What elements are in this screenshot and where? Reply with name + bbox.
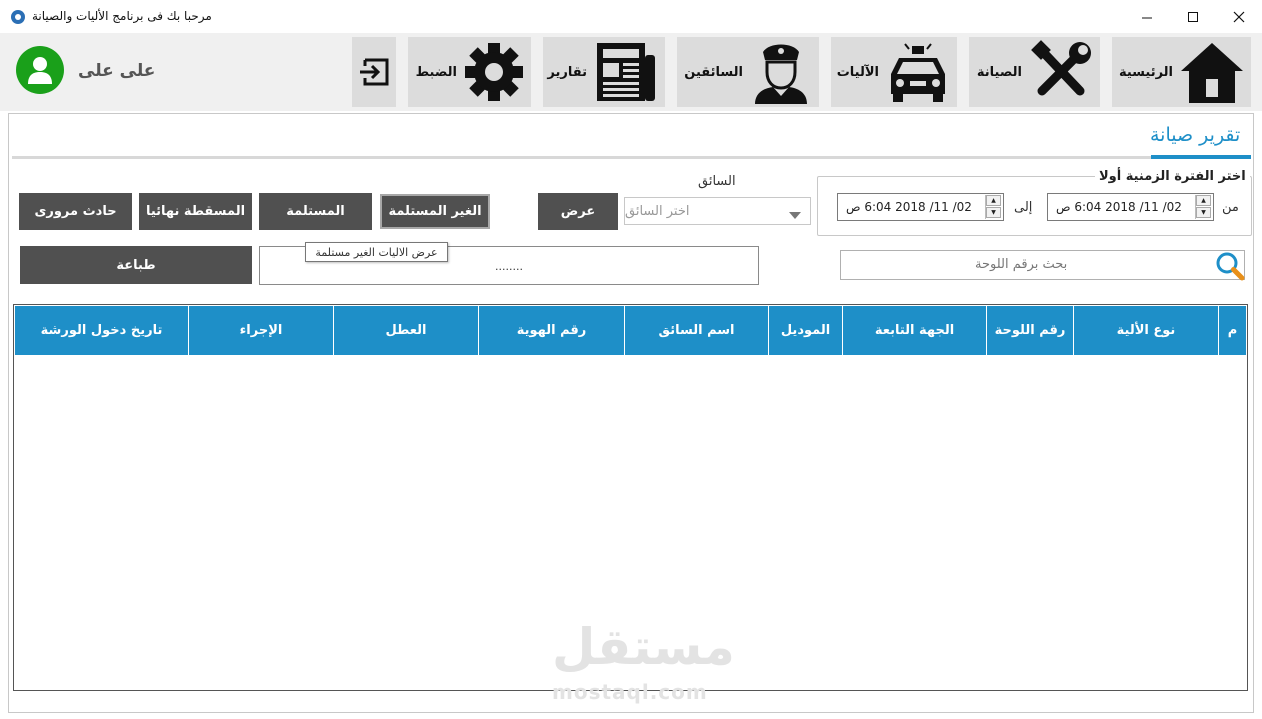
- column-header-action[interactable]: الإجراء: [189, 306, 334, 355]
- nav-maintenance-label: الصيانة: [976, 64, 1022, 80]
- spin-down-icon: ▼: [1196, 207, 1211, 218]
- nav-reports[interactable]: تقارير: [543, 37, 665, 107]
- search-icon[interactable]: [1215, 251, 1245, 281]
- to-date-value: 02/ 11/ 2018 6:04 ص: [846, 200, 972, 214]
- driver-select[interactable]: اختر السائق: [624, 197, 811, 225]
- taxi-icon: [891, 43, 945, 102]
- column-header-workshop-entry-date[interactable]: تاريخ دخول الورشة: [15, 306, 189, 355]
- nav-drivers-label: السائقين: [684, 64, 743, 80]
- column-header-department[interactable]: الجهة التابعة: [843, 306, 987, 355]
- close-button[interactable]: [1216, 0, 1262, 33]
- minimize-button[interactable]: [1124, 0, 1170, 33]
- nav-reports-label: تقارير: [547, 64, 587, 80]
- column-header-model[interactable]: الموديل: [769, 306, 843, 355]
- from-date-picker[interactable]: 02/ 11/ 2018 6:04 ص ▲ ▼: [1047, 193, 1214, 221]
- title-divider-accent: [1151, 155, 1251, 159]
- spin-up-icon: ▲: [986, 195, 1001, 206]
- print-button[interactable]: طباعة: [20, 246, 252, 284]
- plate-search-placeholder: بحث برقم اللوحة: [975, 257, 1068, 272]
- logout-button[interactable]: [352, 37, 396, 107]
- nav-settings[interactable]: الضبط: [408, 37, 531, 107]
- to-date-spinner[interactable]: ▲ ▼: [985, 195, 1001, 219]
- driver-label: السائق: [698, 174, 736, 189]
- column-header-index[interactable]: م: [1219, 306, 1246, 355]
- nav-drivers[interactable]: السائقين: [677, 37, 819, 107]
- user-icon: [28, 57, 52, 84]
- column-header-fault[interactable]: العطل: [334, 306, 479, 355]
- accident-button[interactable]: حادث مرورى: [19, 193, 132, 230]
- close-icon: [1233, 11, 1245, 22]
- watermark-logo: مستقل: [552, 618, 735, 676]
- from-date-value: 02/ 11/ 2018 6:04 ص: [1056, 200, 1182, 214]
- watermark-url: mostaql.com: [552, 680, 708, 704]
- nav-maintenance[interactable]: الصيانة: [969, 37, 1100, 107]
- home-icon: [1181, 43, 1243, 103]
- gear-icon: [465, 43, 523, 101]
- chevron-down-icon: [789, 205, 801, 224]
- column-header-id-number[interactable]: رقم الهوية: [479, 306, 625, 355]
- maximize-icon: [1188, 11, 1198, 22]
- logout-icon: [360, 58, 389, 86]
- app-gear-icon: [10, 9, 26, 25]
- info-text: ........: [495, 260, 523, 273]
- nav-home-label: الرئيسية: [1118, 64, 1173, 80]
- nav-settings-label: الضبط: [415, 64, 457, 80]
- page-title: تقرير صيانة: [1150, 124, 1241, 146]
- spin-up-icon: ▲: [1196, 195, 1211, 206]
- title-divider: [12, 156, 1251, 159]
- received-button[interactable]: المستلمة: [259, 193, 372, 230]
- column-header-plate-number[interactable]: رقم اللوحة: [987, 306, 1074, 355]
- spin-down-icon: ▼: [986, 207, 1001, 218]
- not-received-button[interactable]: الغير المستلمة: [380, 194, 490, 229]
- column-header-driver-name[interactable]: اسم السائق: [625, 306, 769, 355]
- driver-icon: [755, 44, 807, 104]
- user-name: على على: [78, 61, 156, 81]
- from-label: من: [1222, 200, 1239, 215]
- to-label: إلى: [1014, 200, 1033, 215]
- from-date-spinner[interactable]: ▲ ▼: [1195, 195, 1211, 219]
- minimize-icon: [1142, 17, 1152, 18]
- nav-vehicles[interactable]: الآليات: [831, 37, 957, 107]
- nav-vehicles-label: الآليات: [836, 64, 879, 80]
- tools-icon: [1031, 40, 1091, 96]
- maximize-button[interactable]: [1170, 0, 1216, 33]
- newspaper-icon: [597, 43, 655, 101]
- avatar[interactable]: [16, 46, 64, 94]
- window-title: مرحبا بك فى برنامج الأليات والصيانة: [32, 9, 212, 23]
- nav-home[interactable]: الرئيسية: [1112, 37, 1251, 107]
- driver-select-placeholder: اختر السائق: [625, 203, 690, 219]
- column-header-vehicle-type[interactable]: نوع الألية: [1074, 306, 1219, 355]
- dropped-button[interactable]: المسقطة نهائيا: [139, 193, 252, 230]
- tooltip: عرض الاليات الغير مستلمة: [305, 242, 448, 262]
- show-button[interactable]: عرض: [538, 193, 618, 230]
- period-title: اختر الفترة الزمنية أولا: [1095, 169, 1250, 184]
- to-date-picker[interactable]: 02/ 11/ 2018 6:04 ص ▲ ▼: [837, 193, 1004, 221]
